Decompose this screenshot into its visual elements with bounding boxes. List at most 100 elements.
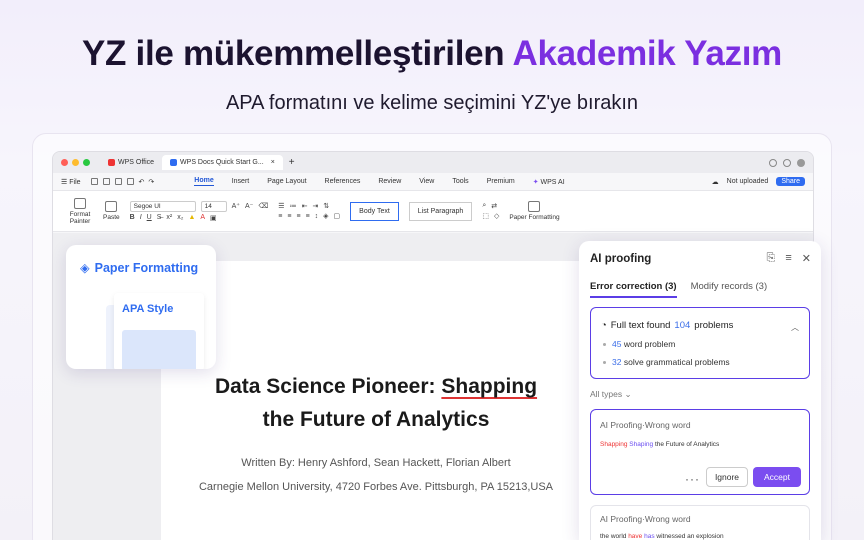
font-color-icon[interactable]: A — [200, 214, 205, 221]
accept-button[interactable]: Accept — [753, 467, 801, 487]
fixed-word: has — [644, 533, 655, 540]
redo-icon[interactable]: ↷ — [148, 178, 154, 186]
align-right-icon[interactable]: ≡ — [296, 213, 300, 220]
paper-formatting-title: Paper Formatting — [94, 260, 199, 275]
export-icon[interactable] — [114, 178, 122, 185]
menu-right: ☁ Not uploaded Share — [712, 177, 813, 186]
word-label: word problem — [623, 339, 676, 349]
highlight-icon[interactable]: ▲ — [188, 214, 195, 221]
menu-tools[interactable]: Tools — [452, 178, 468, 185]
align-center-icon[interactable]: ≡ — [287, 213, 291, 220]
cloud-icon: ☁ — [711, 178, 719, 186]
menu-home[interactable]: Home — [194, 177, 214, 186]
indent-icon[interactable]: ⇥ — [312, 202, 318, 210]
grow-font-icon[interactable]: A⁺ — [232, 202, 240, 210]
headline: YZ ile mükemmelleştirilen Akademik Yazım — [0, 34, 864, 74]
tab-quick-start[interactable]: WPS Docs Quick Start G... × — [162, 155, 283, 170]
print-icon[interactable] — [102, 178, 110, 185]
menu-review[interactable]: Review — [378, 178, 401, 185]
font-group: Segoe UI 14 A⁺ A⁻ ⌫ B I U S̶ x² x₂ ▲ A ▣ — [129, 200, 268, 222]
paper-formatting-card[interactable]: ◈ Paper Formatting APA Style — [66, 245, 216, 369]
shrink-font-icon[interactable]: A⁻ — [245, 202, 253, 210]
strikethrough-icon[interactable]: S̶ — [157, 214, 162, 221]
grammar-label: solve grammatical problems — [623, 357, 730, 367]
ignore-button[interactable]: Ignore — [706, 467, 748, 487]
italic-icon[interactable]: I — [140, 214, 142, 221]
menu-view[interactable]: View — [419, 178, 434, 185]
chevron-up-icon[interactable]: ︿ — [791, 322, 799, 333]
flagged-word[interactable]: Shapping — [441, 375, 537, 398]
close-window-button[interactable] — [61, 159, 68, 166]
window-controls — [61, 159, 90, 166]
headline-text: YZ ile mükemmelleştirilen — [81, 34, 513, 73]
paper-formatting-button[interactable]: Paper Formatting — [509, 201, 560, 221]
select-icon[interactable]: ⬚ — [482, 212, 489, 220]
font-select[interactable]: Segoe UI — [129, 200, 196, 212]
numbering-icon[interactable]: ≔ — [290, 202, 297, 210]
error-card[interactable]: AI Proofing·Wrong word Shapping Shaping … — [590, 409, 810, 495]
menu-premium[interactable]: Premium — [487, 178, 515, 185]
menu-icon[interactable]: ≡ — [785, 252, 791, 265]
shading-icon[interactable]: ◈ — [323, 212, 328, 220]
filter-all-types[interactable]: All types ⌄ — [590, 389, 632, 400]
ribbon: Format Painter Paste Segoe UI 14 A⁺ A⁻ ⌫ BIU… — [53, 190, 813, 232]
justify-icon[interactable]: ≡ — [306, 213, 310, 220]
window-mode-icon[interactable] — [783, 158, 791, 167]
format-icon[interactable] — [126, 178, 134, 185]
tab-error-correction[interactable]: Error correction (3) — [590, 281, 677, 298]
style-list-paragraph[interactable]: List Paragraph — [408, 201, 473, 221]
fixed-word: Shaping — [629, 441, 654, 448]
paste-button[interactable]: Paste — [103, 201, 120, 221]
paragraph-row-2: ≡ ≡ ≡ ≡ ↕ ◈ ▢ — [278, 212, 341, 221]
tab-bar: WPS Office WPS Docs Quick Start G... × + — [53, 152, 813, 173]
line-spacing-icon[interactable]: ↕ — [315, 213, 319, 220]
subscript-icon[interactable]: x₂ — [177, 214, 183, 221]
underline-icon[interactable]: U — [147, 214, 152, 221]
bold-icon[interactable]: B — [130, 214, 135, 221]
close-icon[interactable]: ✕ — [802, 252, 811, 265]
tab-label: WPS Docs Quick Start G... — [180, 159, 264, 166]
bullets-icon[interactable]: ☰ — [278, 202, 284, 210]
menu-references[interactable]: References — [325, 178, 361, 185]
context-text: witnessed an explosion — [654, 533, 724, 540]
more-options-icon[interactable]: ··· — [685, 472, 700, 486]
size-select[interactable]: 14 — [200, 200, 227, 212]
tab-wps-office[interactable]: WPS Office — [100, 155, 162, 170]
close-tab-icon[interactable]: × — [271, 159, 275, 166]
undo-icon[interactable]: ↶ — [139, 178, 145, 186]
document-page[interactable]: Data Science Pioneer: Shapping the Futur… — [161, 261, 591, 540]
export-icon[interactable]: ⎘ — [767, 252, 776, 265]
share-button[interactable]: Share — [776, 177, 805, 186]
sort-icon[interactable]: ⇅ — [323, 202, 329, 210]
menu-wps-ai[interactable]: ✦ WPS AI — [533, 178, 565, 186]
error-suggestion: the world have has witnessed an explosio… — [600, 533, 724, 540]
shapes-icon[interactable]: ◇ — [494, 212, 499, 220]
replace-icon[interactable]: ⇄ — [491, 202, 497, 210]
borders-icon[interactable]: ▢ — [334, 212, 341, 220]
error-card[interactable]: AI Proofing·Wrong word the world have ha… — [590, 505, 810, 540]
upload-status[interactable]: Not uploaded — [727, 178, 769, 185]
new-tab-icon[interactable]: + — [289, 157, 295, 168]
find-icon[interactable]: ⌕ — [482, 202, 486, 210]
status-icon[interactable] — [769, 158, 777, 167]
tab-modify-records[interactable]: Modify records (3) — [691, 281, 768, 298]
outdent-icon[interactable]: ⇤ — [302, 202, 308, 210]
style-body-text[interactable]: Body Text — [350, 201, 399, 221]
file-label: File — [69, 178, 81, 186]
save-icon[interactable] — [90, 178, 98, 185]
format-painter-button[interactable]: Format Painter — [67, 197, 93, 225]
tab-right-icons — [769, 158, 813, 167]
clear-format-icon[interactable]: ⌫ — [258, 202, 268, 210]
maximize-window-button[interactable] — [83, 159, 90, 166]
menu-insert[interactable]: Insert — [232, 178, 250, 185]
format-painter-icon — [74, 197, 86, 209]
align-left-icon[interactable]: ≡ — [278, 213, 282, 220]
file-menu[interactable]: ☰ File — [61, 178, 81, 186]
superscript-icon[interactable]: x² — [166, 214, 172, 221]
char-border-icon[interactable]: ▣ — [210, 214, 217, 222]
minimize-window-button[interactable] — [72, 159, 79, 166]
problem-count: 104 — [674, 320, 691, 331]
menu-page-layout[interactable]: Page Layout — [267, 178, 306, 185]
avatar[interactable] — [797, 158, 805, 167]
context-prefix: the world — [600, 533, 629, 540]
